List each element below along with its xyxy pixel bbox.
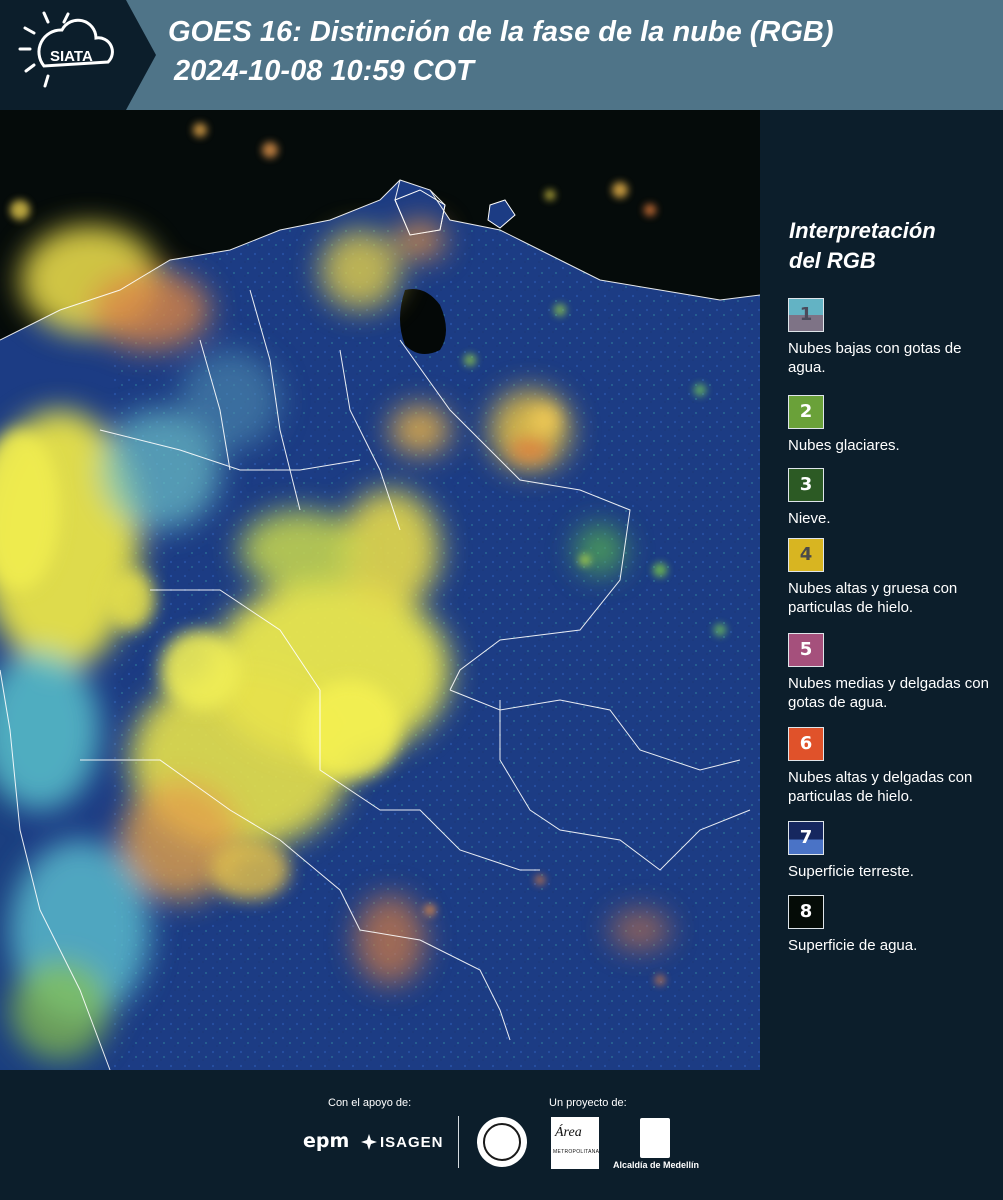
legend-item-4: 4 Nubes altas y gruesa con particulas de… (788, 538, 998, 617)
siata-logo: SIATA (0, 0, 156, 110)
isagen-logo: ISAGEN (380, 1134, 444, 1151)
isagen-icon (361, 1134, 377, 1150)
legend-label-5: Nubes medias y delgadas con gotas de agu… (788, 675, 989, 711)
area-metropolitana-logo: Área METROPOLITANA (551, 1117, 599, 1169)
legend-swatch-5: 5 (788, 633, 824, 667)
legend-swatch-1: 1 (788, 298, 824, 332)
page-timestamp: 2024-10-08 10:59 COT (174, 55, 474, 87)
header-bar: SIATA GOES 16: Distinción de la fase de … (0, 0, 1003, 110)
legend-swatch-8: 8 (788, 895, 824, 929)
legend-item-6: 6 Nubes altas y delgadas con particulas … (788, 727, 998, 806)
legend-item-2: 2 Nubes glaciares. (788, 395, 998, 455)
alcaldia-shield-icon (640, 1118, 670, 1158)
legend-swatch-4: 4 (788, 538, 824, 572)
legend-item-1: 1 Nubes bajas con gotas de agua. (788, 298, 998, 377)
alcaldia-label: Alcaldía de Medellín (613, 1160, 700, 1170)
medellin-seal-icon (477, 1117, 527, 1167)
legend-item-7: 7 Superficie terreste. (788, 821, 998, 881)
legend-label-6: Nubes altas y delgadas con particulas de… (788, 769, 973, 805)
legend-swatch-7: 7 (788, 821, 824, 855)
legend-label-8: Superficie de agua. (788, 937, 918, 954)
legend-title: Interpretación del RGB (789, 218, 936, 273)
legend-label-1: Nubes bajas con gotas de agua. (788, 340, 962, 376)
legend-label-7: Superficie terreste. (788, 863, 914, 880)
legend-item-5: 5 Nubes medias y delgadas con gotas de a… (788, 633, 998, 712)
footer: Con el apoyo de: Un proyecto de: epm ISA… (0, 1070, 1003, 1200)
satellite-map (0, 110, 760, 1070)
legend-label-2: Nubes glaciares. (788, 437, 900, 454)
legend-item-3: 3 Nieve. (788, 468, 998, 528)
project-label: Un proyecto de: (549, 1097, 627, 1109)
footer-divider (458, 1116, 459, 1168)
support-label: Con el apoyo de: (328, 1097, 412, 1109)
legend-swatch-2: 2 (788, 395, 824, 429)
siata-logo-text: SIATA (50, 48, 93, 65)
legend-label-4: Nubes altas y gruesa con particulas de h… (788, 580, 958, 616)
epm-logo: epm (303, 1130, 350, 1152)
legend-label-3: Nieve. (788, 510, 831, 527)
legend-item-8: 8 Superficie de agua. (788, 895, 998, 955)
legend-swatch-3: 3 (788, 468, 824, 502)
page-title: GOES 16: Distinción de la fase de la nub… (168, 16, 834, 48)
legend-swatch-6: 6 (788, 727, 824, 761)
